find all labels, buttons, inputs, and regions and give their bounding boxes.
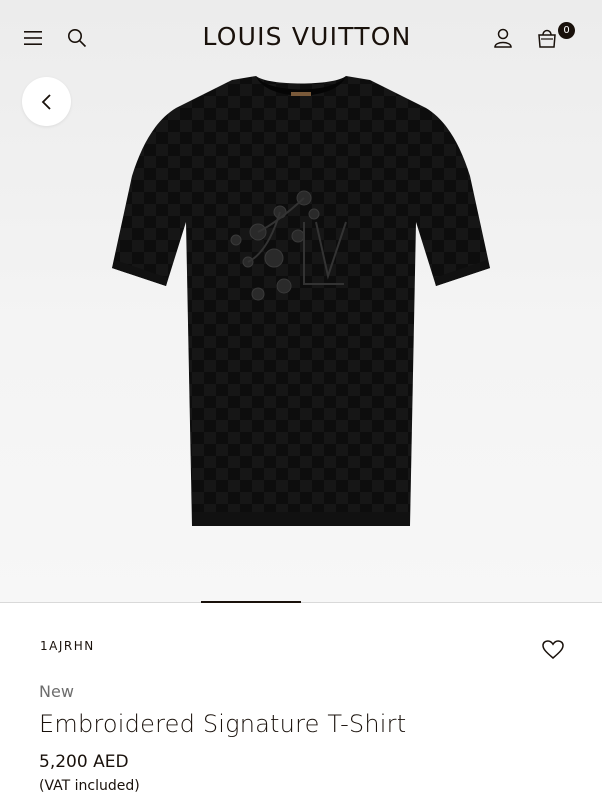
search-icon — [68, 29, 87, 48]
back-button[interactable] — [22, 77, 71, 126]
menu-icon — [24, 31, 42, 45]
menu-button[interactable] — [20, 25, 46, 51]
bag-count-badge: 0 — [558, 22, 575, 39]
shopping-bag-icon — [538, 29, 556, 48]
search-button[interactable] — [64, 25, 90, 51]
product-sku: 1AJRHN — [40, 639, 95, 653]
product-name: Embroidered Signature T-Shirt — [39, 710, 407, 738]
new-badge: New — [39, 682, 74, 701]
account-icon — [494, 28, 512, 48]
heart-icon — [542, 640, 564, 659]
chevron-left-icon — [41, 93, 51, 110]
wishlist-button[interactable] — [541, 638, 565, 662]
product-price: 5,200 AED — [39, 752, 129, 772]
product-image — [112, 76, 490, 526]
account-button[interactable] — [490, 25, 516, 51]
carousel-indicator[interactable] — [201, 601, 301, 603]
shopping-bag-button[interactable] — [534, 25, 560, 51]
product-gallery[interactable]: LOUIS VUITTON 0 — [0, 0, 602, 602]
vat-note: (VAT included) — [39, 778, 140, 794]
brand-logo[interactable]: LOUIS VUITTON — [150, 22, 464, 51]
site-header: LOUIS VUITTON 0 — [0, 0, 602, 76]
carousel-track — [0, 602, 602, 603]
